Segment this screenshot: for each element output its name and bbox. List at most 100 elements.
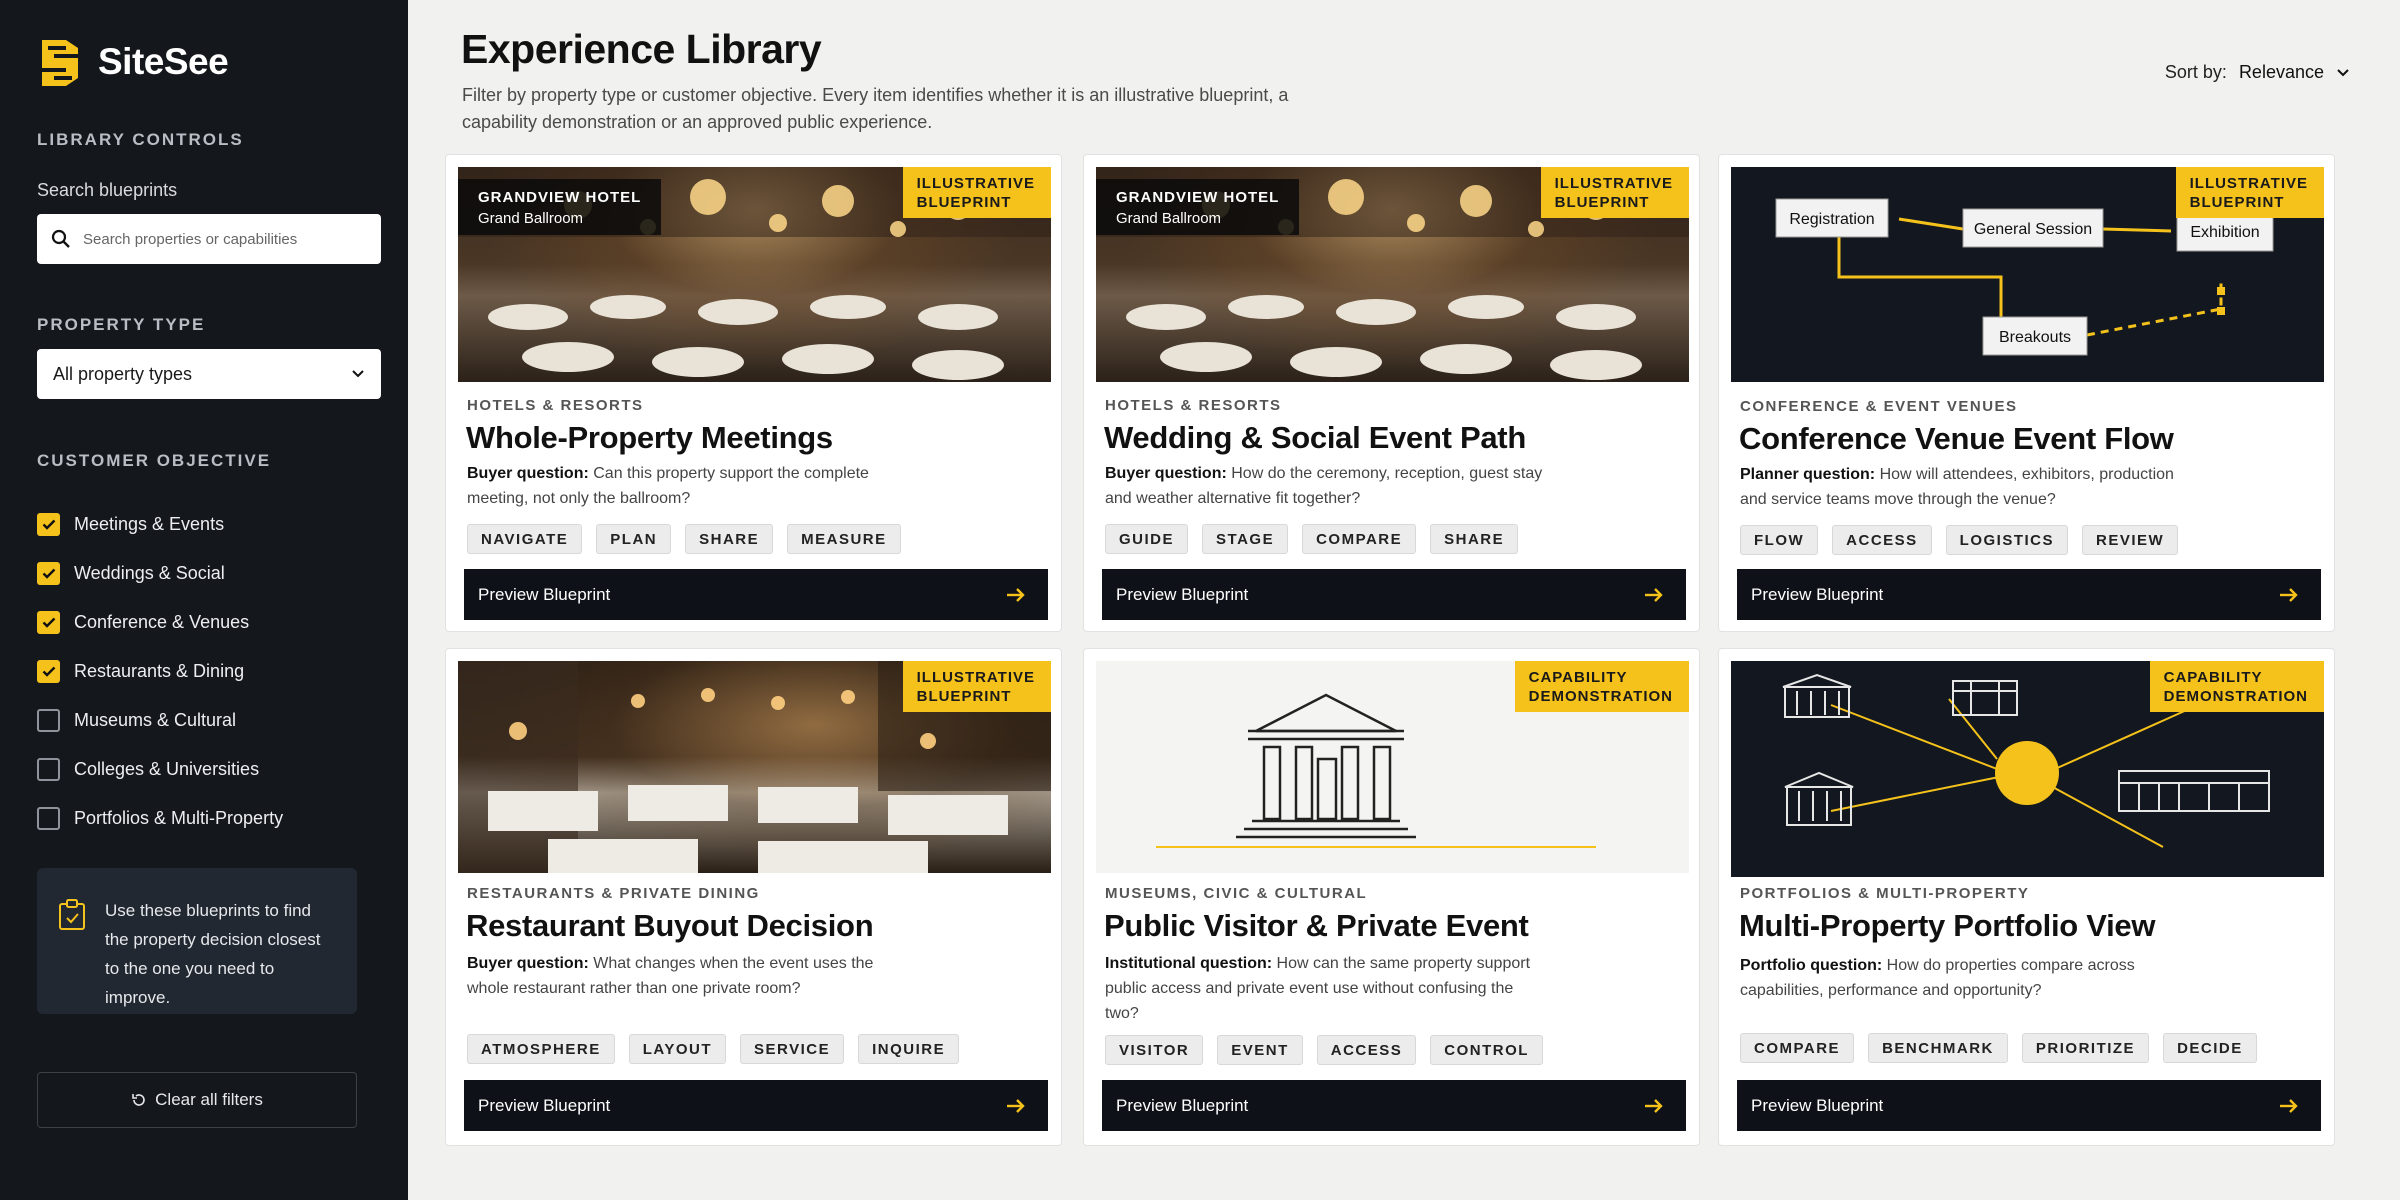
card-category: PORTFOLIOS & MULTI-PROPERTY [1740,885,2030,902]
tag[interactable]: COMPARE [1740,1033,1855,1063]
flow-node-breakouts: Breakouts [1999,329,2071,346]
clear-filters-label: Clear all filters [155,1090,263,1109]
venue-tag: GRANDVIEW HOTEL Grand Ballroom [458,179,662,235]
card-restaurant-buyout[interactable]: ILLUSTRATIVE BLUEPRINT RESTAURANTS & PRIV… [445,648,1062,1146]
search-input[interactable] [83,230,353,248]
tag[interactable]: REVIEW [2082,525,2179,555]
arrow-right-icon [1645,587,1663,602]
preview-blueprint-button[interactable]: Preview Blueprint [1102,569,1686,620]
card-wedding-social[interactable]: GRANDVIEW HOTEL Grand Ballroom ILLUSTRAT… [1083,154,1700,632]
card-question: Planner question: How will attendees, ex… [1740,466,2174,508]
venue-name: GRANDVIEW HOTEL [478,189,642,206]
property-type-value: All property types [53,363,193,384]
card-title: Conference Venue Event Flow [1739,421,2174,456]
tag[interactable]: GUIDE [1105,524,1189,554]
card-title: Public Visitor & Private Event [1104,908,1529,943]
portfolio-network-diagram: CAPABILITY DEMONSTRATION [1731,661,2324,877]
tag[interactable]: STAGE [1202,524,1289,554]
flow-node-exhibition: Exhibition [2190,224,2259,241]
objective-label: Colleges & Universities [74,759,260,779]
preview-blueprint-button[interactable]: Preview Blueprint [1737,1080,2321,1131]
blueprint-badge: ILLUSTRATIVE BLUEPRINT [902,167,1051,218]
checkbox-unchecked[interactable] [37,807,60,830]
preview-label: Preview Blueprint [1751,1095,1884,1115]
tip-box: Use these blueprints to find the propert… [37,868,357,1014]
objective-weddings[interactable]: Weddings & Social [37,549,283,598]
tag[interactable]: SHARE [685,524,774,554]
search-label: Search blueprints [37,180,178,200]
preview-blueprint-button[interactable]: Preview Blueprint [1737,569,2321,620]
tag[interactable]: BENCHMARK [1868,1033,2008,1063]
preview-blueprint-button[interactable]: Preview Blueprint [1102,1080,1686,1131]
search-box[interactable] [37,214,381,264]
objective-conference[interactable]: Conference & Venues [37,598,283,647]
tag[interactable]: DECIDE [2163,1033,2257,1063]
blueprint-badge: ILLUSTRATIVE BLUEPRINT [1540,167,1689,218]
objective-meetings[interactable]: Meetings & Events [37,500,283,549]
clipboard-icon [59,899,85,930]
checkbox-checked[interactable] [37,611,60,634]
card-title: Restaurant Buyout Decision [466,908,874,943]
tag[interactable]: PRIORITIZE [2021,1033,2150,1063]
card-category: MUSEUMS, CIVIC & CULTURAL [1105,885,1368,902]
card-question: Institutional question: How can the same… [1105,955,1531,1022]
checkbox-unchecked[interactable] [37,758,60,781]
brand-logo[interactable]: SiteSee [36,34,229,90]
tag[interactable]: LAYOUT [628,1034,727,1064]
tag[interactable]: MEASURE [787,524,901,554]
objective-label: Museums & Cultural [74,710,237,730]
objective-portfolios[interactable]: Portfolios & Multi-Property [37,794,283,843]
tag[interactable]: VISITOR [1105,1035,1204,1065]
tag[interactable]: SHARE [1430,524,1519,554]
preview-blueprint-button[interactable]: Preview Blueprint [464,1080,1048,1131]
checkbox-checked[interactable] [37,562,60,585]
objective-restaurants[interactable]: Restaurants & Dining [37,647,283,696]
card-public-private-event[interactable]: CAPABILITY DEMONSTRATION MUSEUMS, CIVIC &… [1083,648,1700,1146]
card-whole-property-meetings[interactable]: GRANDVIEW HOTEL Grand Ballroom ILLUSTRAT… [445,154,1062,632]
tip-text: Use these blueprints to find the propert… [105,901,321,1007]
sort-control[interactable]: Sort by: Relevance [2165,62,2350,83]
tag[interactable]: LOGISTICS [1945,525,2069,555]
venue-room: Grand Ballroom [478,210,584,227]
checkbox-checked[interactable] [37,513,60,536]
preview-blueprint-button[interactable]: Preview Blueprint [464,569,1048,620]
chevron-down-icon [352,370,364,378]
tag[interactable]: EVENT [1217,1035,1303,1065]
tag[interactable]: ACCESS [1832,525,1932,555]
clear-filters-button[interactable]: Clear all filters [37,1072,357,1128]
objective-colleges[interactable]: Colleges & Universities [37,745,283,794]
tag[interactable]: NAVIGATE [467,524,583,554]
card-category: HOTELS & RESORTS [467,397,644,414]
blueprint-badge: ILLUSTRATIVE BLUEPRINT [902,661,1051,712]
tag[interactable]: PLAN [596,524,672,554]
objective-label: Conference & Venues [74,612,250,632]
tag[interactable]: COMPARE [1302,524,1417,554]
card-portfolio-view[interactable]: CAPABILITY DEMONSTRATION PORTFOLIOS & MUL… [1718,648,2335,1146]
preview-label: Preview Blueprint [478,584,611,604]
tag[interactable]: ACCESS [1316,1035,1417,1065]
preview-label: Preview Blueprint [1116,1095,1249,1115]
property-type-title: PROPERTY TYPE [37,315,206,334]
tag[interactable]: SERVICE [740,1034,845,1064]
objective-checklist: Meetings & Events Weddings & Social Conf… [37,500,283,843]
property-type-select[interactable]: All property types [37,349,381,399]
tag[interactable]: FLOW [1740,525,1819,555]
checkbox-checked[interactable] [37,660,60,683]
sort-value: Relevance [2238,62,2324,82]
objective-label: Weddings & Social [74,563,225,583]
objective-label: Restaurants & Dining [74,661,245,681]
card-category: CONFERENCE & EVENT VENUES [1740,398,2018,415]
customer-objective-title: CUSTOMER OBJECTIVE [37,451,272,470]
tag[interactable]: CONTROL [1430,1035,1543,1065]
checkbox-unchecked[interactable] [37,709,60,732]
check-icon [42,617,55,628]
search-icon [51,229,70,248]
tag[interactable]: ATMOSPHERE [467,1034,615,1064]
card-conference-flow[interactable]: Registration General Session Exhibition … [1718,154,2335,632]
check-icon [42,568,55,579]
card-tags: GUIDE STAGE COMPARE SHARE [1105,524,1519,554]
card-title: Wedding & Social Event Path [1104,420,1526,455]
tag[interactable]: INQUIRE [858,1034,960,1064]
objective-museums[interactable]: Museums & Cultural [37,696,283,745]
arrow-right-icon [1007,587,1025,602]
